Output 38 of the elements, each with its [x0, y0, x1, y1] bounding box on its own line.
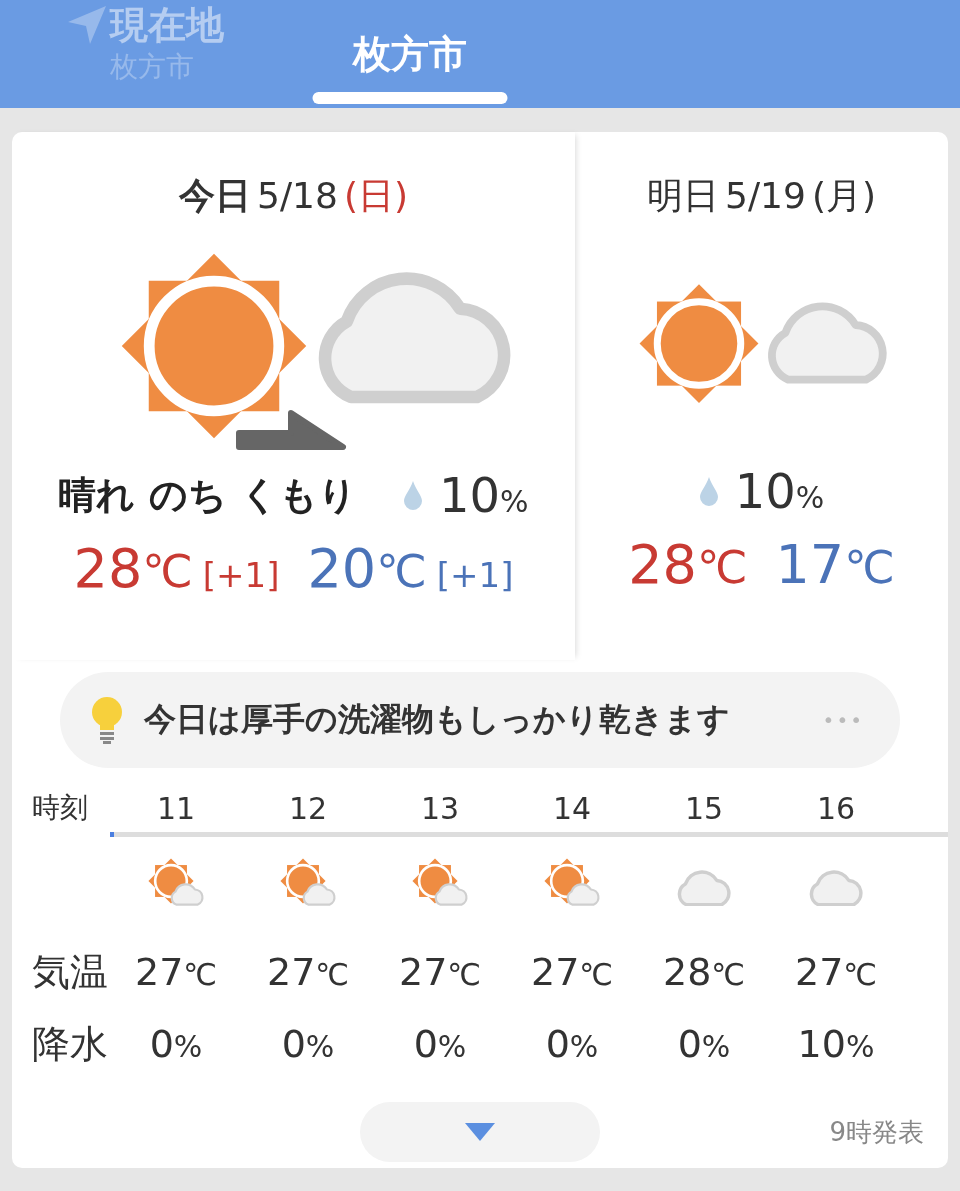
- rain-chance: 10%: [734, 463, 825, 519]
- high-temperature: 28℃ [+1]: [73, 537, 280, 600]
- hour-label: 15: [683, 789, 725, 828]
- low-temperature: 20℃ [+1]: [307, 537, 514, 600]
- temperature: 27℃: [134, 950, 218, 994]
- hour-label: 14: [551, 789, 593, 828]
- day-heading: 明日 5/19 (月): [647, 174, 876, 218]
- temperature: 27℃: [266, 950, 350, 994]
- precipitation: 0%: [545, 1022, 599, 1066]
- more-button[interactable]: •••: [816, 707, 870, 733]
- temperature: 28℃: [662, 950, 746, 994]
- issued-time: 9時発表: [829, 1115, 924, 1149]
- low-temperature: 17℃: [775, 533, 895, 596]
- lightbulb-icon: [90, 696, 124, 744]
- weather-text: 晴れ のち くもり: [58, 471, 357, 519]
- precipitation: 0%: [149, 1022, 203, 1066]
- temperature: 27℃: [398, 950, 482, 994]
- raindrop-icon: [698, 476, 719, 506]
- precipitation: 0%: [677, 1022, 731, 1066]
- row-label: 気温: [31, 948, 109, 996]
- caret-icon: [465, 1123, 495, 1141]
- hour-label: 12: [287, 789, 329, 828]
- precipitation: 0%: [281, 1022, 335, 1066]
- precipitation: 0%: [413, 1022, 467, 1066]
- row-label: 時刻: [31, 790, 89, 826]
- raindrop-icon: [402, 480, 423, 510]
- hour-label: 16: [815, 789, 857, 828]
- location-arrow-icon: [66, 4, 108, 46]
- high-temperature: 28℃: [628, 533, 748, 596]
- temperature: 27℃: [530, 950, 614, 994]
- temperature: 27℃: [794, 950, 878, 994]
- hour-label: 13: [419, 789, 461, 828]
- row-label: 降水: [31, 1020, 109, 1068]
- rain-chance: 10%: [438, 467, 529, 523]
- advice-text: 今日は厚手の洗濯物もしっかり乾きます: [144, 699, 731, 740]
- precipitation: 10%: [797, 1022, 875, 1066]
- day-heading: 今日 5/18 (日): [179, 174, 408, 218]
- hour-label: 11: [155, 789, 197, 828]
